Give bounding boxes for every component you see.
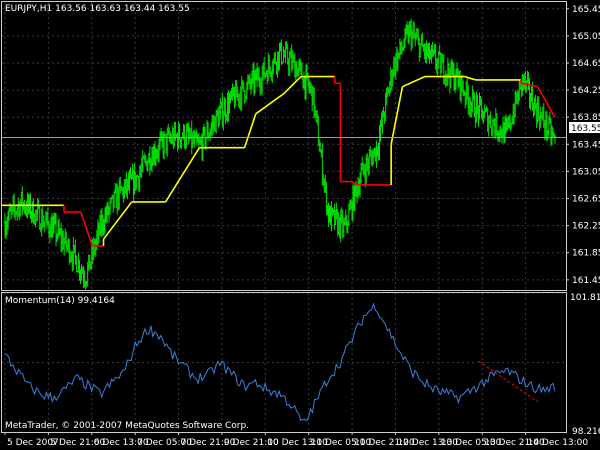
momentum-tick-top: 101.8125 xyxy=(570,293,600,303)
trading-chart[interactable]: 165.45 165.05 164.65 164.25 163.85 163.45 163.… xyxy=(0,0,600,450)
price-tick-label: 164.25 xyxy=(572,86,600,96)
symbol-info: EURJPY,H1 163.56 163.63 163.44 163.55 xyxy=(5,4,190,14)
current-price-tag: 163.55 xyxy=(569,122,600,134)
current-price-label: 163.55 xyxy=(571,124,600,134)
price-tick-label: 163.45 xyxy=(572,140,600,150)
price-tick-label: 164.65 xyxy=(572,59,600,69)
price-tick-label: 162.25 xyxy=(572,222,600,232)
momentum-label: Momentum(14) 99.4164 xyxy=(5,296,115,306)
time-tick-label: 14 Dec 13:00 xyxy=(528,438,589,448)
price-tick-label: 161.45 xyxy=(572,276,600,286)
price-tick-label: 163.85 xyxy=(572,113,600,123)
price-tick-label: 165.05 xyxy=(572,32,600,42)
momentum-tick-bottom: 98.216 xyxy=(572,427,600,437)
price-tick-label: 163.05 xyxy=(572,167,600,177)
price-tick-label: 161.85 xyxy=(572,249,600,259)
price-tick-label: 165.45 xyxy=(572,5,600,15)
chart-canvas[interactable]: 165.45 165.05 164.65 164.25 163.85 163.45 163.… xyxy=(0,0,600,450)
price-tick-label: 162.65 xyxy=(572,195,600,205)
watermark: MetaTrader, © 2001-2007 MetaQuotes Softw… xyxy=(5,421,249,431)
